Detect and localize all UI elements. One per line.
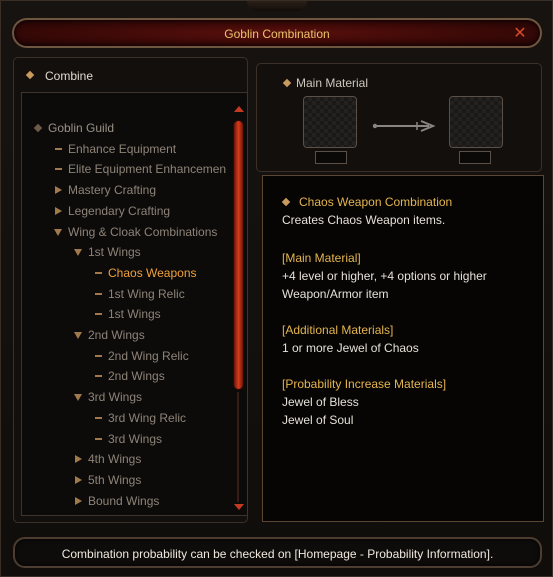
recipe-info-panel: Chaos Weapon Combination Creates Chaos W… [262, 175, 544, 522]
scroll-thumb[interactable] [233, 120, 244, 390]
tree-item[interactable]: Wing & Cloak Combinations [54, 224, 218, 240]
tree-item-label: 1st Wings [108, 307, 161, 321]
dash-icon [53, 161, 63, 177]
main-material-label: Main Material [296, 76, 369, 90]
combine-header: Combine [13, 57, 248, 89]
tree-item[interactable]: Enhance Equipment [55, 141, 177, 157]
scroll-up-arrow-icon[interactable] [232, 104, 245, 114]
result-arrow-icon [372, 120, 436, 132]
main-material-panel: Main Material [256, 63, 542, 172]
diamond-icon [282, 78, 292, 88]
main-material-heading: [Main Material] [282, 251, 361, 265]
dash-icon [93, 306, 103, 322]
tree-item[interactable]: Chaos Weapons [95, 265, 197, 281]
tree-item-label: 4th Wings [88, 452, 142, 466]
tree-item[interactable]: 2nd Wing Relic [95, 348, 189, 364]
result-material-slot[interactable] [449, 96, 503, 148]
tree-item-label: Mastery Crafting [68, 183, 157, 197]
tree-item-label: 3rd Wings [108, 432, 163, 446]
additional-material-item: 1 or more Jewel of Chaos [282, 341, 419, 355]
tree-item-label: Enhance Equipment [68, 142, 177, 156]
tree-item-label: 3rd Wings [88, 390, 143, 404]
dash-icon [93, 368, 103, 384]
result-slot-count [459, 151, 491, 164]
top-ornament [247, 1, 307, 11]
recipe-title: Chaos Weapon Combination [299, 195, 453, 209]
tree-item[interactable]: 3rd Wings [74, 389, 143, 405]
diamond-icon [33, 120, 43, 136]
tree-item[interactable]: Legendary Crafting [55, 203, 171, 219]
goblin-combination-window: Goblin Combination ✕ Combine Goblin Guil… [0, 0, 553, 577]
input-slot-count [315, 151, 347, 164]
recipe-tree: Goblin Guild Enhance Equipment Elite Equip… [21, 92, 248, 516]
dash-icon [53, 141, 63, 157]
tree-item-label: Legendary Crafting [68, 204, 171, 218]
collapsed-arrow-icon [53, 203, 63, 219]
main-material-type: Weapon/Armor item [282, 287, 389, 301]
tree-item-label: 2nd Wing Relic [108, 349, 189, 363]
collapsed-arrow-icon [73, 472, 83, 488]
expanded-arrow-icon [53, 224, 63, 240]
dash-icon [93, 348, 103, 364]
tree-item-label: Goblin Guild [48, 121, 115, 135]
tree-scrollbar[interactable] [231, 105, 246, 510]
tree-item-label: Bound Wings [88, 494, 160, 508]
probability-footer: Combination probability can be checked o… [13, 537, 542, 568]
tree-item[interactable]: 1st Wings [74, 244, 141, 260]
tree-item[interactable]: 1st Wing Relic [95, 286, 185, 302]
window-title: Goblin Combination [224, 27, 330, 41]
title-bar: Goblin Combination ✕ [12, 18, 542, 48]
tree-item-label: Wing & Cloak Combinations [68, 225, 218, 239]
probability-materials-heading: [Probability Increase Materials] [282, 377, 447, 391]
tree-item[interactable]: 3rd Wings [95, 431, 163, 447]
combine-label: Combine [45, 69, 94, 83]
additional-materials-heading: [Additional Materials] [282, 323, 394, 337]
diamond-icon [281, 197, 291, 207]
expanded-arrow-icon [73, 389, 83, 405]
recipe-description: Creates Chaos Weapon items. [282, 213, 446, 227]
tree-item-label: 2nd Wings [88, 328, 145, 342]
input-material-slot[interactable] [303, 96, 357, 148]
tree-item[interactable]: Bound Wings [75, 493, 160, 509]
scroll-down-arrow-icon[interactable] [232, 502, 245, 512]
main-material-requirement: +4 level or higher, +4 options or higher [282, 269, 487, 283]
tree-item[interactable]: 2nd Wings [95, 368, 165, 384]
diamond-icon [25, 70, 35, 80]
tree-item-label: 2nd Wings [108, 369, 165, 383]
tree-item[interactable]: Mastery Crafting [55, 182, 157, 198]
tree-item[interactable]: 2nd Wings [74, 327, 145, 343]
tree-item[interactable]: Elite Equipment Enhancemen [55, 161, 227, 177]
tree-item-label: 1st Wings [88, 245, 141, 259]
collapsed-arrow-icon [73, 451, 83, 467]
expanded-arrow-icon [73, 327, 83, 343]
footer-text: Combination probability can be checked o… [61, 547, 494, 561]
tree-item-label: Elite Equipment Enhancemen [68, 162, 227, 176]
tree-item[interactable]: 5th Wings [75, 472, 142, 488]
tree-item[interactable]: Goblin Guild [48, 120, 114, 136]
tree-item-label: 1st Wing Relic [108, 287, 185, 301]
dash-icon [93, 265, 103, 281]
dash-icon [93, 286, 103, 302]
expanded-arrow-icon [73, 244, 83, 260]
tree-item[interactable]: 3rd Wing Relic [95, 410, 187, 426]
collapsed-arrow-icon [53, 182, 63, 198]
tree-item-label: Chaos Weapons [108, 266, 197, 280]
probability-material-item: Jewel of Soul [282, 413, 354, 427]
tree-item-label: 3rd Wing Relic [108, 411, 187, 425]
tree-item[interactable]: 1st Wings [95, 306, 161, 322]
close-icon[interactable]: ✕ [512, 25, 528, 41]
dash-icon [93, 410, 103, 426]
scroll-rail [237, 392, 239, 502]
dash-icon [93, 431, 103, 447]
probability-material-item: Jewel of Bless [282, 395, 359, 409]
collapsed-arrow-icon [73, 493, 83, 509]
tree-item[interactable]: 4th Wings [75, 451, 142, 467]
tree-item-label: 5th Wings [88, 473, 142, 487]
